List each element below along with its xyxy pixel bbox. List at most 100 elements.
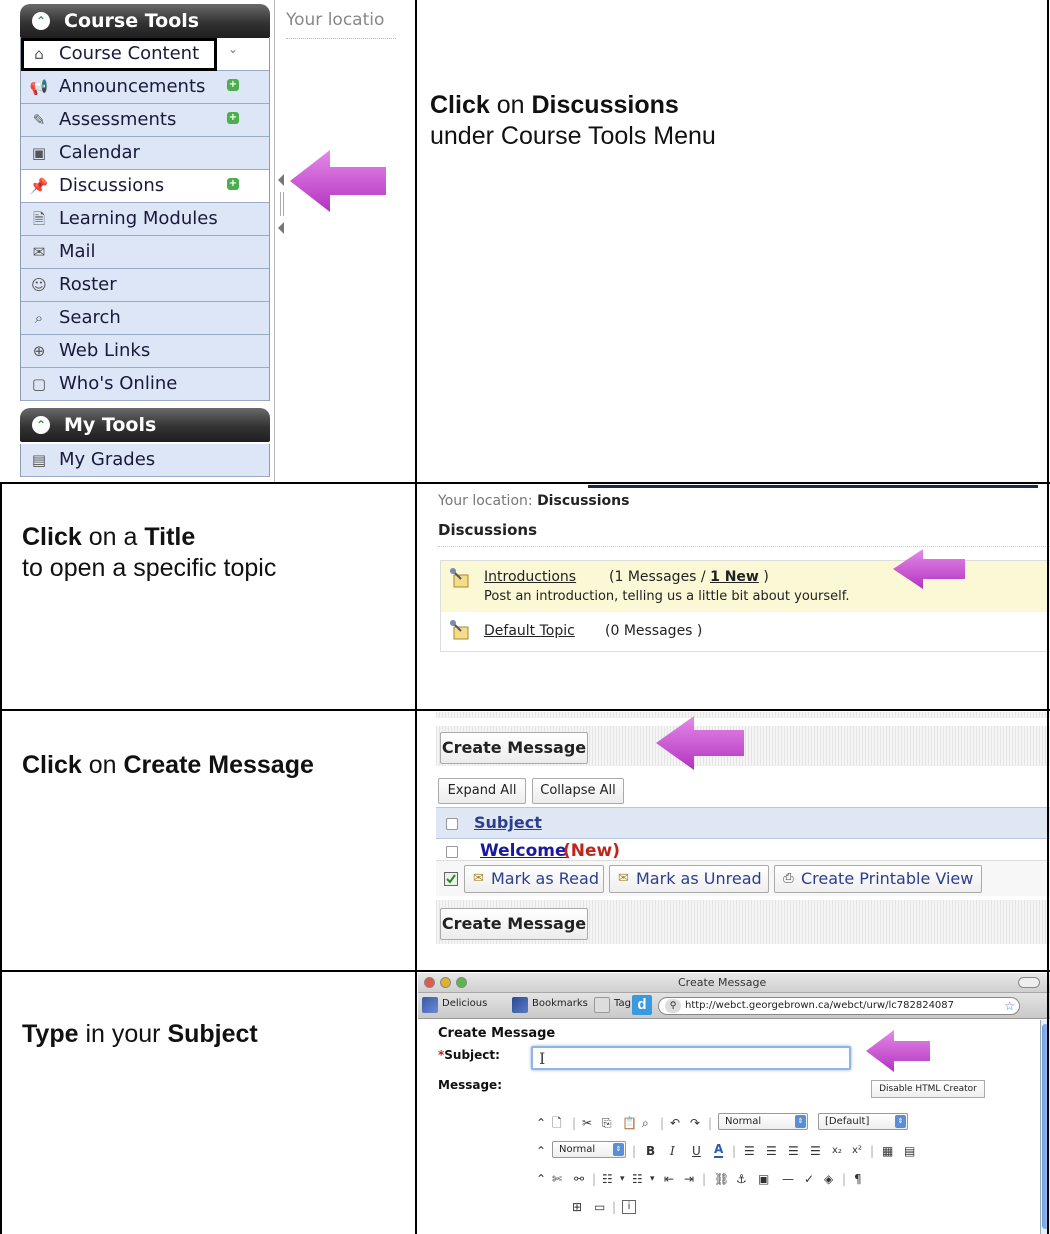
minimize-window-icon[interactable]	[440, 977, 451, 988]
sidebar-item-my-grades[interactable]: ▤ My Grades	[21, 444, 269, 477]
subscript-icon[interactable]: x₂	[832, 1142, 842, 1160]
delicious-icon[interactable]	[422, 997, 438, 1013]
insert-object-icon[interactable]: ◈	[824, 1170, 833, 1188]
sidebar-item-assessments[interactable]: ✎ Assessments +	[21, 104, 269, 137]
paste-icon[interactable]: 📋	[622, 1114, 637, 1132]
bookmark-tag[interactable]: Tag	[614, 998, 631, 1009]
disable-html-creator-button[interactable]: Disable HTML Creator	[871, 1080, 985, 1098]
close-window-icon[interactable]	[424, 977, 435, 988]
sidebar-item-learning-modules[interactable]: 🗎 Learning Modules	[21, 203, 269, 236]
delicious-d-icon[interactable]: d	[632, 995, 652, 1015]
sidebar-item-roster[interactable]: ☺ Roster	[21, 269, 269, 302]
toolbar-toggle-icon[interactable]	[1018, 977, 1040, 988]
course-tools-header[interactable]: ⌃ Course Tools	[20, 4, 270, 38]
topic-title-link[interactable]: Default Topic	[484, 623, 575, 639]
font-color-icon[interactable]: A	[714, 1142, 724, 1158]
new-messages-link[interactable]: 1 New	[710, 569, 759, 585]
table-properties-icon[interactable]: ▤	[904, 1142, 915, 1160]
link-icon[interactable]: ⛓	[714, 1170, 729, 1188]
find-icon[interactable]: ⌕	[642, 1114, 649, 1132]
site-identity-icon[interactable]: ⚲	[665, 999, 681, 1013]
bold-icon[interactable]: B	[646, 1142, 655, 1160]
underline-icon[interactable]: U	[692, 1142, 701, 1160]
select-all-checkbox[interactable]	[446, 818, 458, 830]
create-message-button[interactable]: Create Message	[440, 732, 588, 764]
fullscreen-icon[interactable]: ▭	[594, 1198, 605, 1216]
subject-sort-link[interactable]: Subject	[474, 813, 542, 832]
new-items-plus-icon[interactable]: +	[227, 178, 239, 190]
create-printable-view-button[interactable]: ⎙ Create Printable View	[774, 865, 982, 893]
subject-input[interactable]: I	[531, 1046, 851, 1070]
expand-all-button[interactable]: Expand All	[438, 778, 526, 804]
superscript-icon[interactable]: x²	[852, 1142, 862, 1160]
undo-icon[interactable]: ↶	[670, 1114, 680, 1132]
format-painter-icon[interactable]: ⚯	[574, 1170, 584, 1188]
bookmark-star-icon[interactable]: ☆	[1004, 998, 1015, 1014]
bookmark-bookmarks[interactable]: Bookmarks	[532, 998, 588, 1009]
sidebar-item-who-s-online[interactable]: ▢ Who's Online	[21, 368, 269, 401]
italic-icon[interactable]: I	[670, 1142, 675, 1160]
toolbar-collapse-icon[interactable]: ⌃	[536, 1114, 546, 1132]
sidebar-item-calendar[interactable]: ▣ Calendar	[21, 137, 269, 170]
new-items-plus-icon[interactable]: +	[227, 112, 239, 124]
bookmark-delicious[interactable]: Delicious	[442, 998, 487, 1009]
tag-icon[interactable]	[594, 997, 610, 1013]
outdent-icon[interactable]: ⇤	[664, 1170, 674, 1188]
insert-image-icon[interactable]: ▣	[758, 1170, 769, 1188]
align-right-icon[interactable]: ☰	[788, 1142, 799, 1160]
source-view-icon[interactable]: ⊞	[572, 1198, 582, 1216]
toolbar-collapse-icon[interactable]: ⌃	[536, 1170, 546, 1188]
align-center-icon[interactable]: ☰	[766, 1142, 777, 1160]
redo-icon[interactable]: ↷	[690, 1114, 700, 1132]
numbered-list-icon[interactable]: ☷	[632, 1170, 643, 1188]
message-checkbox[interactable]	[446, 846, 458, 858]
sidebar-item-web-links[interactable]: ⊕ Web Links	[21, 335, 269, 368]
bookmarks-icon[interactable]	[512, 997, 528, 1013]
sidebar-item-discussions[interactable]: 📌 Discussions +	[21, 170, 269, 203]
mark-as-unread-button[interactable]: ✉ Mark as Unread	[609, 865, 769, 893]
create-message-button[interactable]: Create Message	[440, 908, 588, 940]
topic-title-link[interactable]: Introductions	[484, 569, 576, 585]
message-subject-link[interactable]: Welcome	[480, 841, 567, 861]
cut-format-icon[interactable]: ✄	[552, 1170, 562, 1188]
sidebar-item-course-content[interactable]: ⌂ Course Content ⌄	[21, 38, 269, 71]
paragraph-format-select[interactable]: Normal ⇕	[718, 1113, 808, 1130]
dropdown-icon[interactable]: ▾	[620, 1170, 625, 1188]
justify-icon[interactable]: ☰	[810, 1142, 821, 1160]
font-size-select[interactable]: Normal ⇕	[552, 1141, 626, 1158]
splitter-grip[interactable]	[280, 192, 284, 216]
anchor-icon[interactable]: ⚓	[736, 1170, 747, 1188]
dropdown-icon[interactable]: ▾	[650, 1170, 655, 1188]
info-icon[interactable]: i	[622, 1200, 636, 1214]
collapse-up-icon[interactable]: ⌃	[32, 416, 50, 434]
url-bar[interactable]: ⚲ http://webct.georgebrown.ca/webct/urw/…	[658, 997, 1020, 1015]
zoom-window-icon[interactable]	[456, 977, 467, 988]
collapse-left-icon[interactable]	[278, 174, 284, 186]
collapse-up-icon[interactable]: ⌃	[32, 12, 50, 30]
chevron-down-icon[interactable]: ⌄	[228, 43, 238, 55]
collapse-left-icon[interactable]	[278, 222, 284, 234]
sidebar-item-mail[interactable]: ✉ Mail	[21, 236, 269, 269]
select-arrow-icon[interactable]: ⇕	[613, 1143, 624, 1156]
sidebar-item-announcements[interactable]: 📢 Announcements +	[21, 71, 269, 104]
font-family-select[interactable]: [Default] ⇕	[818, 1113, 908, 1130]
new-document-icon[interactable]: 🗋	[552, 1114, 562, 1132]
spellcheck-icon[interactable]: ✓	[804, 1170, 814, 1188]
bulleted-list-icon[interactable]: ☷	[602, 1170, 613, 1188]
indent-icon[interactable]: ⇥	[684, 1170, 694, 1188]
select-arrow-icon[interactable]: ⇕	[895, 1115, 906, 1128]
my-tools-header[interactable]: ⌃ My Tools	[20, 408, 270, 442]
mark-as-read-button[interactable]: ✉ Mark as Read	[464, 865, 604, 893]
paragraph-mark-icon[interactable]: ¶	[854, 1170, 862, 1188]
toolbar-collapse-icon[interactable]: ⌃	[536, 1142, 546, 1160]
select-arrow-icon[interactable]: ⇕	[795, 1115, 806, 1128]
horizontal-rule-icon[interactable]: —	[782, 1170, 794, 1188]
sidebar-splitter[interactable]	[276, 170, 286, 240]
new-items-plus-icon[interactable]: +	[227, 79, 239, 91]
cut-icon[interactable]: ✂	[582, 1114, 592, 1132]
copy-icon[interactable]: ⎘	[602, 1114, 612, 1132]
sidebar-item-search[interactable]: ⌕ Search	[21, 302, 269, 335]
table-icon[interactable]: ▦	[882, 1142, 893, 1160]
select-checkmark-icon[interactable]	[444, 872, 458, 886]
collapse-all-button[interactable]: Collapse All	[532, 778, 624, 804]
